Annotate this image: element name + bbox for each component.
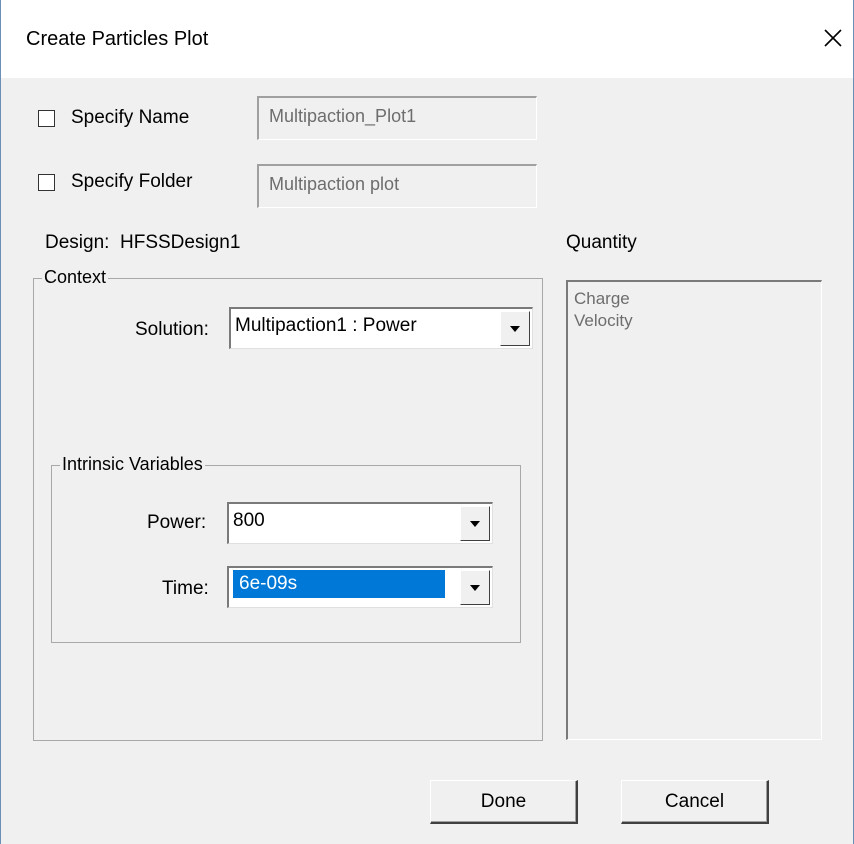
time-dropdown-button[interactable] [460, 570, 490, 605]
list-item[interactable]: Velocity [574, 310, 815, 332]
power-label: Power: [147, 512, 207, 533]
time-dropdown[interactable]: 6e-09s [227, 566, 493, 608]
design-label: Design: [45, 232, 110, 253]
context-group: Context Solution: Multipaction1 : Power … [33, 267, 543, 741]
quantity-list[interactable]: Charge Velocity [566, 280, 822, 740]
specify-folder-label: Specify Folder [71, 171, 193, 192]
close-button[interactable] [812, 18, 854, 58]
intrinsic-variables-title: Intrinsic Variables [60, 454, 205, 475]
quantity-label: Quantity [566, 232, 637, 253]
context-group-title: Context [42, 267, 109, 288]
specify-folder-checkbox-row[interactable]: Specify Folder [38, 171, 192, 193]
solution-value: Multipaction1 : Power [235, 315, 417, 336]
design-value: HFSSDesign1 [120, 232, 241, 253]
specify-name-checkbox-row[interactable]: Specify Name [38, 107, 189, 129]
solution-dropdown-button[interactable] [500, 311, 530, 346]
chevron-down-icon [510, 325, 520, 332]
chevron-down-icon [470, 520, 480, 527]
power-dropdown-button[interactable] [460, 506, 490, 541]
power-dropdown[interactable]: 800 [227, 502, 493, 544]
name-field[interactable]: Multipaction_Plot1 [257, 96, 537, 140]
close-icon [824, 29, 842, 47]
specify-name-checkbox[interactable] [38, 109, 55, 127]
specify-folder-checkbox[interactable] [38, 173, 55, 191]
window-title: Create Particles Plot [26, 28, 209, 50]
solution-label: Solution: [135, 319, 209, 340]
folder-field[interactable]: Multipaction plot [257, 164, 537, 208]
chevron-down-icon [470, 584, 480, 591]
window-border-left [0, 0, 1, 844]
specify-name-label: Specify Name [71, 107, 190, 128]
solution-dropdown[interactable]: Multipaction1 : Power [229, 307, 533, 349]
time-value: 6e-09s [233, 570, 445, 598]
list-item[interactable]: Charge [574, 288, 815, 310]
title-bar: Create Particles Plot [0, 0, 854, 78]
intrinsic-variables-group: Intrinsic Variables Power: 800 Time: 6e-… [51, 454, 521, 643]
done-button[interactable]: Done [430, 780, 578, 824]
cancel-button[interactable]: Cancel [621, 780, 769, 824]
power-value: 800 [233, 510, 265, 531]
time-label: Time: [162, 578, 209, 599]
